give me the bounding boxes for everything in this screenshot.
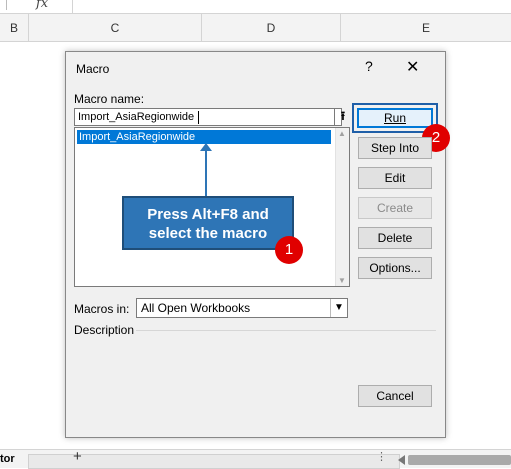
fx-icon[interactable]: fx bbox=[36, 0, 48, 11]
description-divider bbox=[136, 330, 436, 331]
chevron-down-icon[interactable]: ▼ bbox=[330, 299, 347, 317]
scroll-up-icon[interactable]: ▲ bbox=[338, 129, 346, 138]
column-header-c[interactable]: C bbox=[29, 14, 202, 42]
text-caret bbox=[198, 111, 199, 124]
more-icon[interactable]: ⋮ bbox=[376, 450, 387, 463]
collapse-icon[interactable]: ⭱ bbox=[334, 109, 351, 125]
macro-name-value: Import_AsiaRegionwide bbox=[78, 111, 195, 123]
column-header-b[interactable]: B bbox=[0, 14, 29, 42]
cancel-button[interactable]: Cancel bbox=[358, 385, 432, 407]
annotation-line1: Press Alt+F8 and bbox=[147, 206, 269, 223]
status-text: tor bbox=[0, 453, 15, 465]
add-sheet-icon[interactable]: + bbox=[73, 448, 82, 465]
macro-dialog: Macro ? ✕ Macro name: Import_AsiaRegionw… bbox=[65, 51, 450, 438]
edit-button[interactable]: Edit bbox=[358, 167, 432, 189]
scroll-down-icon[interactable]: ▼ bbox=[338, 276, 346, 285]
list-scrollbar[interactable]: ▲ ▼ bbox=[335, 128, 349, 286]
close-icon[interactable]: ✕ bbox=[406, 57, 419, 77]
step-badge-1: 1 bbox=[275, 236, 303, 264]
list-item[interactable]: Import_AsiaRegionwide bbox=[77, 130, 331, 144]
dialog-title: Macro bbox=[76, 62, 110, 76]
formula-input[interactable] bbox=[72, 0, 511, 14]
column-header-e[interactable]: E bbox=[341, 14, 511, 42]
run-button[interactable]: Run bbox=[357, 108, 433, 128]
sheet-tabs-bar: tor + ⋮ bbox=[0, 448, 511, 469]
help-icon[interactable]: ? bbox=[365, 58, 373, 74]
macros-in-label: Macros in: bbox=[74, 302, 130, 316]
macros-in-select[interactable]: All Open Workbooks ▼ bbox=[136, 298, 348, 318]
sheet-tab-area[interactable] bbox=[28, 454, 400, 469]
step-into-button[interactable]: Step Into bbox=[358, 137, 432, 159]
horizontal-scrollbar[interactable] bbox=[408, 455, 511, 465]
column-headers: B C D E bbox=[0, 14, 511, 42]
annotation-line2: select the macro bbox=[148, 225, 268, 242]
macros-in-value: All Open Workbooks bbox=[141, 301, 251, 315]
formula-separator bbox=[6, 0, 7, 10]
scroll-left-icon[interactable] bbox=[398, 455, 405, 465]
create-button[interactable]: Create bbox=[358, 197, 432, 219]
delete-button[interactable]: Delete bbox=[358, 227, 432, 249]
options-button[interactable]: Options... bbox=[358, 257, 432, 279]
macro-name-input[interactable]: Import_AsiaRegionwide ⭱ bbox=[74, 108, 345, 126]
annotation-arrow bbox=[200, 143, 212, 196]
column-header-d[interactable]: D bbox=[202, 14, 341, 42]
macro-name-label: Macro name: bbox=[74, 92, 145, 106]
formula-bar: fx bbox=[0, 0, 511, 14]
description-label: Description bbox=[74, 323, 135, 337]
annotation-callout: Press Alt+F8 and select the macro bbox=[122, 196, 294, 250]
